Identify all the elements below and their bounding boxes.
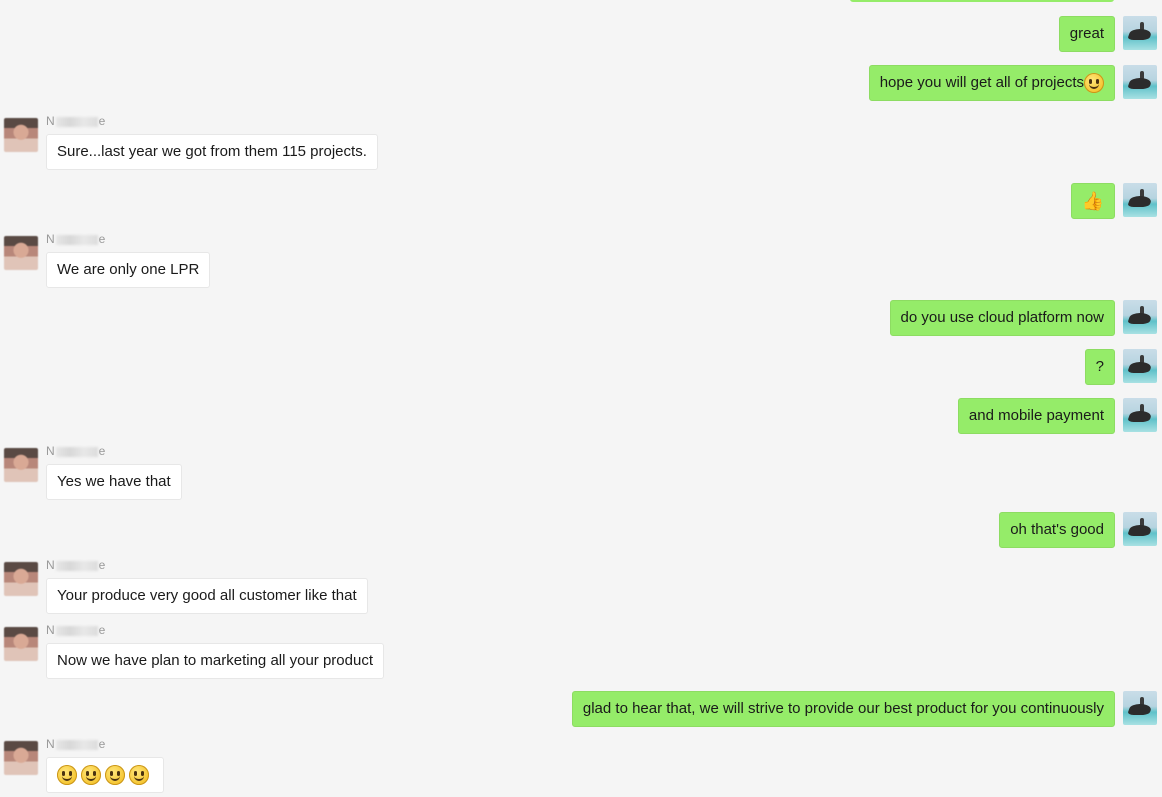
message-bubble[interactable]: Yes we have that [46, 464, 182, 500]
my-avatar[interactable] [1123, 16, 1157, 50]
contact-avatar[interactable] [4, 448, 38, 482]
smile-icon [129, 765, 149, 785]
contact-avatar[interactable] [4, 236, 38, 270]
message-text: Now we have plan to marketing all your p… [57, 652, 373, 669]
message-bubble[interactable]: 👍 [1070, 183, 1115, 219]
message-text: glad to hear that, we will strive to pro… [582, 700, 1104, 717]
message-bubble[interactable]: Now we have plan to marketing all your p… [46, 643, 384, 679]
my-avatar[interactable] [1123, 512, 1157, 546]
contact-avatar[interactable] [4, 627, 38, 661]
message-bubble[interactable]: Your produce very good all customer like… [46, 578, 368, 614]
my-avatar[interactable] [1123, 398, 1157, 432]
message-text: We are only one LPR [57, 261, 200, 278]
sender-name: Ne [46, 623, 106, 637]
message-bubble[interactable] [46, 757, 164, 793]
outgoing-message: great [1058, 16, 1162, 52]
message-bubble[interactable]: do you use cloud platform now [889, 300, 1115, 336]
message-bubble[interactable]: Sure...last year we got from them 115 pr… [46, 134, 378, 170]
message-bubble[interactable]: We are only one LPR [46, 252, 211, 288]
message-text: Your produce very good all customer like… [57, 587, 357, 604]
message-text: oh that's good [1010, 521, 1104, 538]
message-text: Sure...last year we got from them 115 pr… [57, 143, 367, 160]
outgoing-message: oh that's good [999, 512, 1162, 548]
smile-icon [81, 765, 101, 785]
my-avatar[interactable] [1123, 65, 1157, 99]
my-avatar[interactable] [1123, 183, 1157, 217]
outgoing-message: 👍 [1070, 183, 1162, 219]
contact-avatar[interactable] [4, 562, 38, 596]
my-avatar[interactable] [1123, 300, 1157, 334]
sender-name: Ne [46, 232, 106, 246]
my-avatar[interactable] [1123, 691, 1157, 725]
message-bubble[interactable]: and mobile payment [957, 398, 1115, 434]
message-bubble[interactable]: ? [1084, 349, 1115, 385]
outgoing-message: and mobile payment [957, 398, 1162, 434]
smile-icon [57, 765, 77, 785]
outgoing-message: glad to hear that, we will strive to pro… [571, 691, 1162, 727]
contact-avatar[interactable] [4, 741, 38, 775]
message-bubble[interactable]: great [1058, 16, 1115, 52]
message-text: great [1069, 25, 1104, 42]
message-text: do you use cloud platform now [900, 309, 1104, 326]
message-bubble[interactable]: oh that's good [999, 512, 1115, 548]
message-text: hope you will get all of projects [879, 74, 1084, 91]
outgoing-message: do you use cloud platform now [889, 300, 1162, 336]
sender-name: Ne [46, 558, 106, 572]
sender-name: Ne [46, 737, 106, 751]
outgoing-message: hope you will get all of projects [868, 65, 1162, 101]
outgoing-message: ? [1084, 349, 1162, 385]
thumbs-up-icon: 👍 [1081, 191, 1104, 211]
smile-icon [105, 765, 125, 785]
partial-message-bubble [850, 0, 1114, 2]
message-bubble[interactable]: glad to hear that, we will strive to pro… [571, 691, 1115, 727]
sender-name: Ne [46, 114, 106, 128]
message-text: and mobile payment [968, 407, 1104, 424]
sender-name: Ne [46, 444, 106, 458]
contact-avatar[interactable] [4, 118, 38, 152]
smile-icon [1084, 73, 1104, 93]
message-text: Yes we have that [57, 473, 171, 490]
my-avatar[interactable] [1123, 349, 1157, 383]
message-text: ? [1095, 358, 1104, 375]
chat-history[interactable]: great hope you will get all of projects … [0, 0, 1162, 797]
message-bubble[interactable]: hope you will get all of projects [868, 65, 1115, 101]
